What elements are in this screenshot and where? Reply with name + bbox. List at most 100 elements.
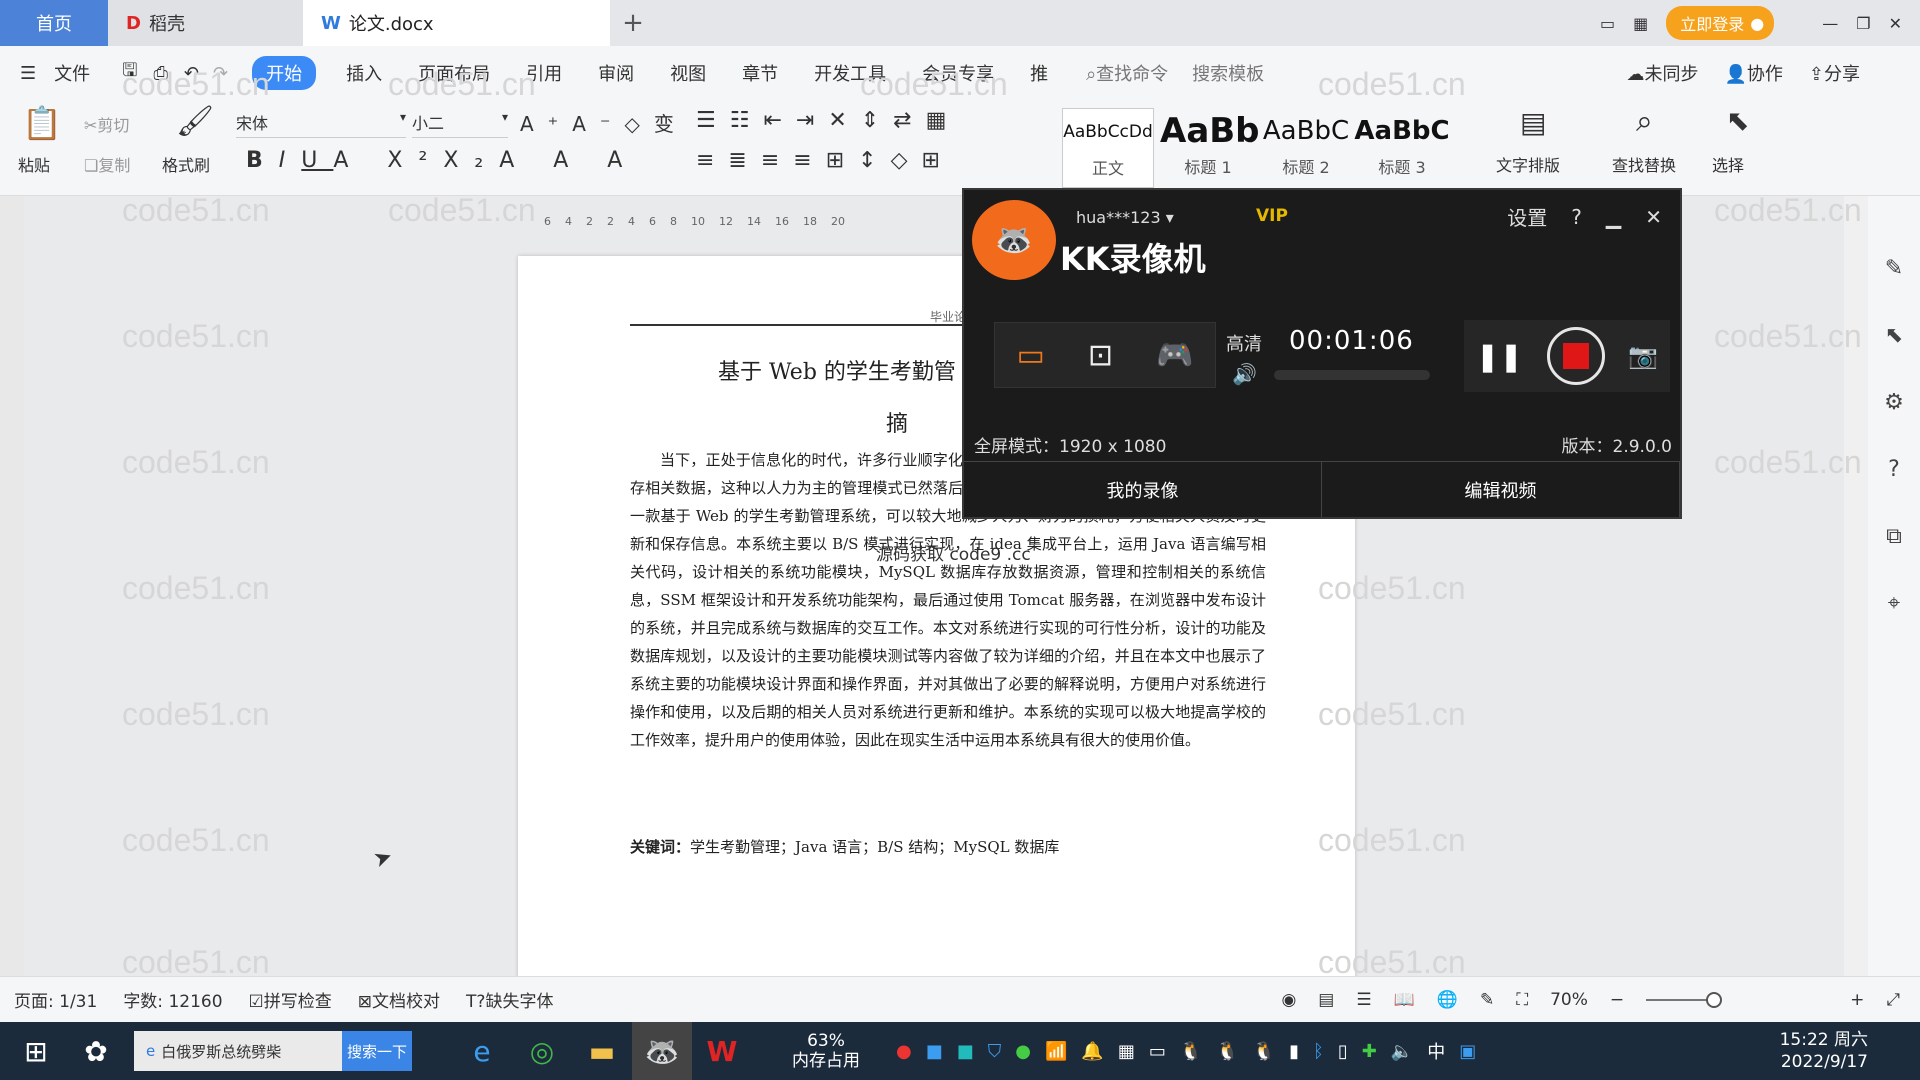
pointer-icon[interactable]: ⬉ [1726, 104, 1749, 137]
search-template[interactable]: 搜索模板 [1192, 60, 1264, 86]
menu-devtools[interactable]: 开发工具 [796, 60, 904, 86]
menu-insert[interactable]: 插入 [328, 60, 400, 86]
sync-button[interactable]: ☁未同步 [1626, 60, 1698, 86]
style-h2[interactable]: AaBbC 标题 2 [1258, 108, 1354, 188]
stop-record-button[interactable] [1546, 327, 1605, 385]
region-mode-icon[interactable]: ⊡ [1088, 338, 1113, 373]
cut-button[interactable]: ✂剪切 [84, 112, 129, 136]
bluetooth-icon[interactable]: ᛒ [1313, 1041, 1324, 1062]
tray-app-icon[interactable]: ■ [957, 1041, 974, 1062]
kk-volume-slider[interactable] [1274, 370, 1430, 380]
tray-app-icon[interactable]: ■ [926, 1041, 943, 1062]
zoom-level[interactable]: 70% [1550, 990, 1588, 1010]
menu-review[interactable]: 审阅 [580, 60, 652, 86]
tray-app-icon[interactable]: ▦ [1118, 1041, 1135, 1062]
volume-icon[interactable]: 🔊 [1232, 362, 1257, 386]
kk-taskbar-icon[interactable]: 🦝 [632, 1022, 692, 1080]
zoom-out-icon[interactable]: − [1610, 990, 1624, 1010]
pen-icon[interactable]: ✎ [1885, 256, 1903, 281]
undo-icon[interactable]: ↶ [184, 63, 199, 84]
style-normal[interactable]: AaBbCcDd 正文 [1062, 108, 1154, 188]
style-h3[interactable]: AaBbC 标题 3 [1354, 108, 1450, 188]
copy-button[interactable]: ❏复制 [84, 152, 130, 176]
print-icon[interactable]: ⎙ [153, 63, 167, 84]
camera-icon[interactable]: 📷 [1628, 342, 1658, 370]
swirl-app-icon[interactable]: ✿ [66, 1022, 126, 1080]
zoom-slider[interactable] [1646, 991, 1723, 1008]
select-button[interactable]: 选择 [1712, 152, 1744, 176]
text-format-row[interactable]: BIUA X²X₂A A A [246, 148, 638, 173]
zoom-handle[interactable] [1706, 991, 1723, 1008]
tray-app-icon[interactable]: ✚ [1362, 1041, 1377, 1062]
style-h1[interactable]: AaBb 标题 1 [1160, 108, 1260, 188]
shield-icon[interactable]: ⛉ [988, 1041, 1002, 1062]
apps-grid-icon[interactable]: ▦ [1633, 14, 1648, 33]
memory-usage[interactable]: 63% 内存占用 [792, 1031, 860, 1071]
kk-user-select[interactable]: hua***123 ▾ [1076, 208, 1174, 227]
spell-check-button[interactable]: ☑拼写检查 [249, 987, 332, 1012]
web-view-icon[interactable]: 🌐 [1437, 990, 1458, 1010]
location-icon[interactable]: ⌖ [1888, 591, 1900, 616]
battery-icon[interactable]: ▮ [1289, 1041, 1299, 1062]
my-videos-button[interactable]: 我的录像 [964, 462, 1322, 517]
kk-recorder-window[interactable]: 🦝 hua***123 ▾ VIP KK录像机 设置 ? ▁ ✕ ▭ ⊡ 🎮 高… [962, 188, 1682, 519]
hamburger-icon[interactable]: ☰ [20, 63, 36, 84]
ie-icon[interactable]: e [452, 1022, 512, 1080]
eye-protect-icon[interactable]: ◉ [1281, 990, 1296, 1010]
tab-home[interactable]: 首页 [0, 0, 108, 46]
tray-app-icon[interactable]: ▣ [1459, 1041, 1476, 1062]
qq-icon[interactable]: 🐧 [1253, 1041, 1275, 1062]
font-tools-row[interactable]: A⁺A⁻◇变 [520, 108, 688, 137]
menu-start[interactable]: 开始 [252, 56, 317, 90]
write-view-icon[interactable]: ✎ [1480, 990, 1494, 1010]
paste-icon[interactable]: 📋 [22, 104, 62, 142]
tab-document[interactable]: W 论文.docx [303, 0, 610, 46]
align-tools-row[interactable]: ≡≣≡≡⊞↕◇⊞ [696, 148, 954, 173]
speaker-icon[interactable]: 🔈 [1391, 1041, 1413, 1062]
paste-button[interactable]: 粘贴 [18, 152, 50, 176]
read-view-icon[interactable]: 📖 [1394, 990, 1415, 1010]
taskbar-clock[interactable]: 15:22 周六 2022/9/17 [1780, 1029, 1920, 1073]
usb-icon[interactable]: ▯ [1338, 1041, 1348, 1062]
help-icon[interactable]: ? [1888, 457, 1900, 482]
proofread-button[interactable]: ⊠文档校对 [358, 987, 440, 1012]
kk-close-icon[interactable]: ✕ [1645, 205, 1662, 229]
tray-app-icon[interactable]: ● [896, 1041, 912, 1062]
missing-font-button[interactable]: T?缺失字体 [466, 987, 553, 1012]
backup-icon[interactable]: ⧉ [1886, 524, 1902, 549]
game-mode-icon[interactable]: 🎮 [1156, 338, 1193, 373]
layout-icon[interactable]: ▭ [1600, 14, 1615, 33]
tray-app-icon[interactable]: ▭ [1149, 1041, 1166, 1062]
kk-quality-label[interactable]: 高清 [1226, 330, 1262, 356]
taskbar-search-button[interactable]: 搜索一下 [342, 1031, 412, 1071]
menu-reference[interactable]: 引用 [508, 60, 580, 86]
font-select[interactable]: 宋体 ▾ [236, 110, 406, 138]
page-view-icon[interactable]: ▤ [1318, 990, 1334, 1010]
menu-chapter[interactable]: 章节 [724, 60, 796, 86]
close-icon[interactable]: ✕ [1889, 14, 1902, 33]
wifi-icon[interactable]: 📶 [1045, 1041, 1067, 1062]
fullscreen-mode-icon[interactable]: ▭ [1017, 338, 1045, 373]
bell-icon[interactable]: 🔔 [1081, 1041, 1103, 1062]
collab-button[interactable]: 👤协作 [1724, 60, 1782, 86]
kk-help-icon[interactable]: ? [1571, 205, 1582, 229]
menu-layout[interactable]: 页面布局 [400, 60, 508, 86]
menu-file[interactable]: 文件 [36, 60, 108, 86]
menu-member[interactable]: 会员专享 [904, 60, 1012, 86]
fullscreen-icon[interactable]: ⤢ [1886, 990, 1900, 1010]
pause-button[interactable]: ❚❚ [1476, 340, 1523, 373]
login-button[interactable]: 立即登录 ● [1666, 6, 1775, 40]
format-painter-button[interactable]: 格式刷 [162, 152, 210, 176]
edit-video-button[interactable]: 编辑视频 [1322, 462, 1680, 517]
search-command[interactable]: ⌕查找命令 [1086, 60, 1168, 86]
font-size-select[interactable]: 小二 ▾ [412, 110, 508, 138]
kk-minimize-icon[interactable]: ▁ [1606, 205, 1621, 229]
folder-icon[interactable]: ▬ [572, 1022, 632, 1080]
typeset-icon[interactable]: ▤ [1520, 106, 1546, 139]
tray-app-icon[interactable]: ● [1015, 1041, 1031, 1062]
menu-more[interactable]: 推 [1012, 60, 1066, 86]
browser-icon[interactable]: ◎ [512, 1022, 572, 1080]
restore-icon[interactable]: ❐ [1856, 14, 1870, 33]
fit-icon[interactable]: ⛶ [1516, 990, 1528, 1010]
ime-indicator[interactable]: 中 [1427, 1038, 1445, 1064]
